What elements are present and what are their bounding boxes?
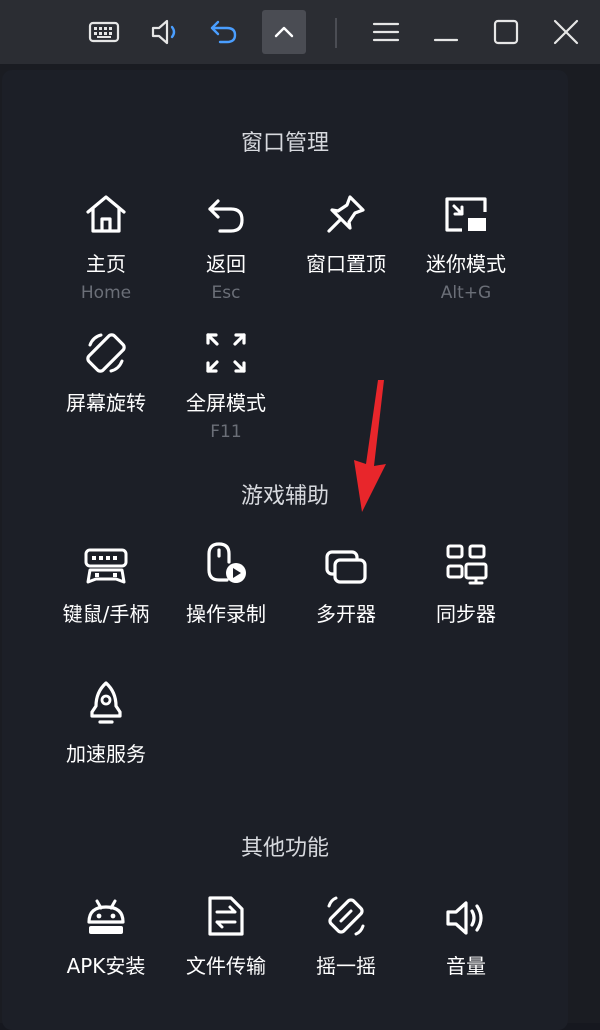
menu-icon (372, 22, 400, 42)
shake-label: 摇一摇 (316, 954, 376, 978)
rotate-icon (86, 333, 126, 373)
file-transfer-icon (208, 896, 244, 936)
chevron-up-icon (274, 26, 294, 38)
keymouse-gamepad-label: 键鼠/手柄 (62, 602, 150, 626)
home-shortcut: Home (80, 283, 132, 303)
rocket-icon (90, 681, 122, 724)
home-label: 主页 (86, 252, 126, 276)
gamepad-keyboard-icon (84, 548, 128, 584)
close-icon (553, 19, 579, 45)
multi-instance-button[interactable]: 多开器 (286, 538, 406, 627)
back-button[interactable] (204, 12, 244, 52)
sync-screens-icon (446, 544, 488, 585)
macro-record-label: 操作录制 (186, 602, 266, 626)
multi-window-icon (325, 550, 367, 584)
maximize-icon (493, 19, 519, 45)
rotate-screen-label: 屏幕旋转 (66, 391, 146, 415)
section-title-game: 游戏辅助 (240, 484, 329, 509)
file-transfer-button[interactable]: 文件传输 (166, 890, 286, 979)
shake-button[interactable]: 摇一摇 (286, 890, 406, 979)
red-arrow-annotation (354, 380, 386, 512)
mini-window-icon (445, 197, 487, 232)
close-button[interactable] (546, 12, 586, 52)
section-title-other: 其他功能 (240, 836, 329, 861)
keymouse-gamepad-button[interactable]: 键鼠/手柄 (46, 538, 166, 627)
minimize-button[interactable] (426, 12, 466, 52)
section-title-window: 窗口管理 (240, 131, 329, 156)
back-menu-button[interactable]: 返回 Esc (166, 188, 286, 303)
toolbar-divider (335, 18, 337, 48)
multi-instance-label: 多开器 (316, 602, 376, 626)
undo-icon (210, 20, 237, 44)
mini-mode-label: 迷你模式 (426, 252, 506, 276)
keyboard-button[interactable] (84, 12, 124, 52)
macro-record-button[interactable]: 操作录制 (166, 538, 286, 627)
boost-service-button[interactable]: 加速服务 (46, 678, 166, 767)
volume-button[interactable] (146, 12, 186, 52)
menu-button[interactable] (366, 12, 406, 52)
fullscreen-label: 全屏模式 (186, 391, 266, 415)
fullscreen-shortcut: F11 (210, 422, 242, 442)
speaker-icon (446, 901, 483, 935)
fullscreen-button[interactable]: 全屏模式 F11 (166, 327, 286, 442)
apk-install-button[interactable]: APK安装 (46, 890, 166, 979)
back-shortcut: Esc (211, 283, 241, 303)
pin-window-label: 窗口置顶 (306, 252, 386, 276)
boost-service-label: 加速服务 (66, 742, 146, 766)
volume-label: 音量 (446, 954, 486, 978)
back-label: 返回 (206, 252, 246, 276)
android-icon (87, 899, 125, 934)
undo-icon (208, 199, 244, 233)
file-transfer-label: 文件传输 (186, 954, 266, 978)
home-icon (86, 195, 126, 233)
keyboard-icon (88, 21, 120, 43)
home-button[interactable]: 主页 Home (46, 188, 166, 303)
mouse-record-icon (207, 542, 246, 583)
mini-mode-shortcut: Alt+G (440, 283, 492, 303)
minimize-icon (433, 38, 459, 42)
rotate-screen-button[interactable]: 屏幕旋转 (46, 327, 166, 416)
pin-window-button[interactable]: 窗口置顶 (286, 188, 406, 277)
quick-menu-panel: 窗口管理 主页 Home 返回 Esc 窗口置顶 迷你模式 Alt+G 屏幕旋转… (2, 70, 568, 1030)
collapse-button[interactable] (262, 10, 306, 54)
pin-icon (327, 195, 365, 233)
maximize-button[interactable] (486, 12, 526, 52)
shake-phone-icon (327, 896, 365, 936)
apk-install-label: APK安装 (66, 954, 146, 978)
synchronizer-label: 同步器 (436, 602, 496, 626)
mini-mode-button[interactable]: 迷你模式 Alt+G (406, 188, 526, 303)
speaker-icon (151, 19, 176, 45)
fullscreen-icon (206, 333, 246, 373)
volume-menu-button[interactable]: 音量 (406, 890, 526, 979)
synchronizer-button[interactable]: 同步器 (406, 538, 526, 627)
title-bar (0, 0, 600, 64)
